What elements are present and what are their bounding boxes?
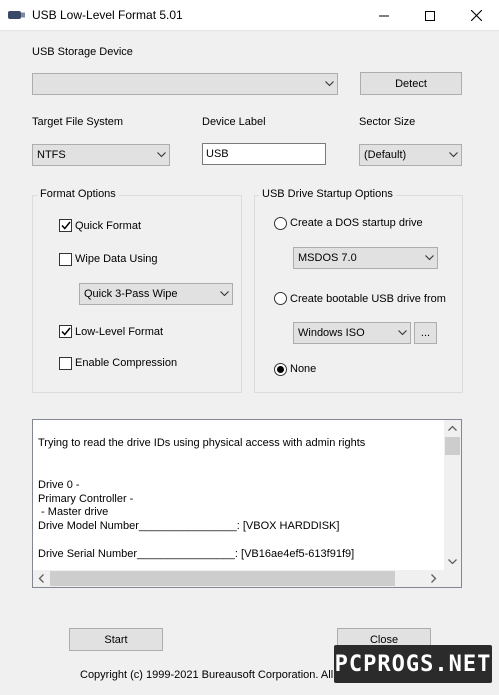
log-output[interactable]: Trying to read the drive IDs using physi…: [32, 419, 462, 588]
chevron-down-icon: [216, 284, 232, 304]
scroll-left-icon: [38, 574, 44, 583]
quick-format-label[interactable]: Quick Format: [75, 220, 141, 232]
enable-compression-checkbox[interactable]: [59, 357, 72, 370]
file-system-value: NTFS: [37, 149, 66, 161]
log-line: Primary Controller -: [38, 493, 134, 505]
checkmark-icon: [60, 327, 71, 336]
enable-compression-label[interactable]: Enable Compression: [75, 357, 177, 369]
scroll-down-icon: [448, 559, 457, 565]
bootable-source-value: Windows ISO: [298, 327, 365, 339]
wipe-data-label[interactable]: Wipe Data Using: [75, 253, 158, 265]
horizontal-scrollbar[interactable]: [33, 570, 444, 587]
low-level-format-checkbox[interactable]: [59, 325, 72, 338]
log-line: Trying to read the drive IDs using physi…: [38, 437, 366, 449]
chevron-down-icon: [321, 74, 337, 94]
dos-startup-label[interactable]: Create a DOS startup drive: [290, 217, 423, 229]
sector-size-value: (Default): [364, 149, 407, 161]
log-line: - Master drive: [38, 506, 109, 518]
close-window-button[interactable]: [453, 0, 499, 31]
vertical-scrollbar[interactable]: [444, 420, 461, 570]
device-label-caption: Device Label: [202, 116, 266, 128]
title-bar: USB Low-Level Format 5.01: [0, 0, 499, 31]
device-label-input[interactable]: USB: [202, 143, 326, 165]
log-line: Drive 0 -: [38, 479, 80, 491]
storage-device-label: USB Storage Device: [32, 46, 133, 58]
maximize-button[interactable]: [407, 0, 453, 31]
vertical-scroll-thumb[interactable]: [445, 437, 460, 455]
horizontal-scroll-thumb[interactable]: [50, 571, 395, 586]
bootable-source-select[interactable]: Windows ISO: [293, 322, 411, 344]
usb-drive-icon: [8, 9, 26, 21]
startup-options-title: USB Drive Startup Options: [259, 188, 396, 200]
sector-size-label: Sector Size: [359, 116, 416, 128]
bootable-usb-label[interactable]: Create bootable USB drive from: [290, 293, 446, 305]
wipe-data-checkbox[interactable]: [59, 253, 72, 266]
wipe-method-value: Quick 3-Pass Wipe: [84, 288, 178, 300]
log-line: Drive Model Number________________: [VBO…: [38, 520, 340, 532]
chevron-down-icon: [153, 145, 169, 165]
window-title: USB Low-Level Format 5.01: [32, 8, 183, 22]
format-options-title: Format Options: [37, 188, 119, 200]
log-line: Drive Serial Number________________: [VB…: [38, 548, 355, 560]
scrollbar-corner: [444, 570, 461, 587]
sector-size-select[interactable]: (Default): [359, 144, 462, 166]
detect-button[interactable]: Detect: [360, 72, 462, 95]
watermark: PCPROGS.NET: [334, 645, 492, 683]
bootable-usb-radio[interactable]: [274, 292, 287, 305]
none-radio[interactable]: [274, 363, 287, 376]
wipe-method-select[interactable]: Quick 3-Pass Wipe: [79, 283, 233, 305]
dos-startup-radio[interactable]: [274, 217, 287, 230]
storage-device-select[interactable]: [32, 73, 338, 95]
file-system-label: Target File System: [32, 116, 124, 128]
scroll-up-icon: [448, 425, 457, 431]
browse-button[interactable]: ...: [414, 322, 437, 344]
low-level-format-label[interactable]: Low-Level Format: [75, 326, 163, 338]
dos-version-value: MSDOS 7.0: [298, 252, 357, 264]
minimize-icon: [379, 15, 389, 16]
chevron-down-icon: [421, 248, 437, 268]
radio-selected-dot: [277, 366, 284, 373]
minimize-button[interactable]: [361, 0, 407, 31]
maximize-icon: [425, 10, 435, 21]
checkmark-icon: [60, 221, 71, 230]
scroll-right-icon: [431, 574, 437, 583]
close-icon: [470, 10, 482, 21]
chevron-down-icon: [394, 323, 410, 343]
quick-format-checkbox[interactable]: [59, 219, 72, 232]
dos-version-select[interactable]: MSDOS 7.0: [293, 247, 438, 269]
file-system-select[interactable]: NTFS: [32, 144, 170, 166]
none-label[interactable]: None: [290, 363, 316, 375]
chevron-down-icon: [445, 145, 461, 165]
start-button[interactable]: Start: [69, 628, 163, 651]
